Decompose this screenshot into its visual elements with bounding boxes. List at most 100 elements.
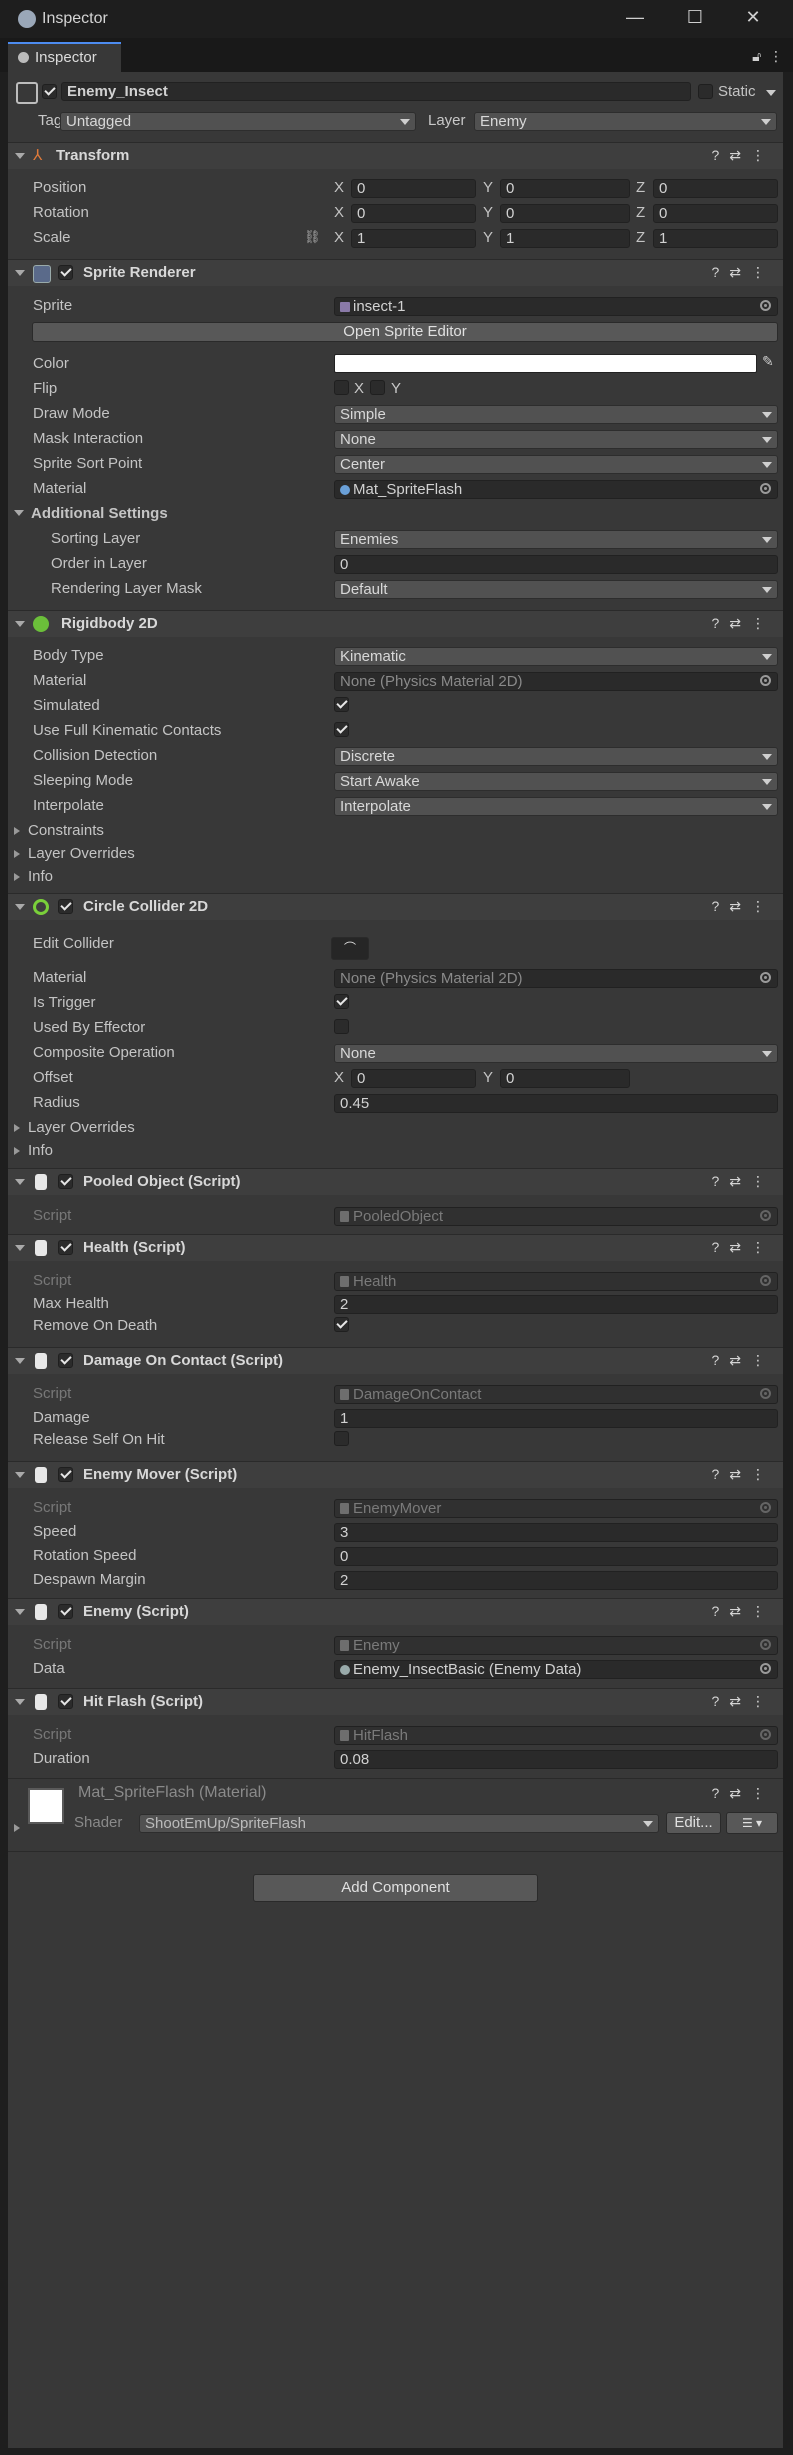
collision-detection-dropdown[interactable]: Discrete xyxy=(334,747,778,766)
damage-on-contact-header[interactable]: Damage On Contact (Script) ?⇄⋮ xyxy=(8,1347,783,1374)
kebab-icon[interactable]: ⋮ xyxy=(751,264,775,280)
circle-collider-enabled-checkbox[interactable] xyxy=(58,899,73,914)
object-picker-icon[interactable] xyxy=(760,1663,771,1674)
help-icon[interactable]: ? xyxy=(711,1693,729,1709)
eyedropper-icon[interactable]: ✎ xyxy=(762,353,774,370)
kebab-icon[interactable]: ⋮ xyxy=(751,1239,775,1255)
flip-x-checkbox[interactable] xyxy=(334,380,349,395)
preset-icon[interactable]: ⇄ xyxy=(729,264,751,280)
shader-options-dropdown[interactable]: ☰ ▾ xyxy=(726,1812,778,1834)
full-kinematic-checkbox[interactable] xyxy=(334,722,349,737)
object-picker-icon[interactable] xyxy=(760,972,771,983)
hit-flash-header[interactable]: Hit Flash (Script) ?⇄⋮ xyxy=(8,1688,783,1715)
add-component-button[interactable]: Add Component xyxy=(253,1874,538,1902)
preset-icon[interactable]: ⇄ xyxy=(729,1693,751,1709)
enemy-mover-enabled-checkbox[interactable] xyxy=(58,1467,73,1482)
circle-collider-header[interactable]: Circle Collider 2D ?⇄⋮ xyxy=(8,893,783,920)
kebab-icon[interactable]: ⋮ xyxy=(751,898,775,914)
link-icon[interactable]: ⛓︎ xyxy=(304,229,321,245)
preset-icon[interactable]: ⇄ xyxy=(729,1239,751,1255)
sorting-layer-dropdown[interactable]: Enemies xyxy=(334,530,778,549)
constraints-foldout[interactable]: Constraints xyxy=(14,822,104,839)
rotation-speed-field[interactable]: 0 xyxy=(334,1547,778,1566)
collider-layer-overrides-foldout[interactable]: Layer Overrides xyxy=(14,1119,135,1136)
sprite-renderer-header[interactable]: Sprite Renderer ?⇄⋮ xyxy=(8,259,783,286)
interpolate-dropdown[interactable]: Interpolate xyxy=(334,797,778,816)
help-icon[interactable]: ? xyxy=(711,898,729,914)
speed-field[interactable]: 3 xyxy=(334,1523,778,1542)
material-field[interactable]: Mat_SpriteFlash xyxy=(334,480,778,499)
position-y-field[interactable]: 0 xyxy=(500,179,630,198)
preset-icon[interactable]: ⇄ xyxy=(729,1352,751,1368)
enemy-data-field[interactable]: Enemy_InsectBasic (Enemy Data) xyxy=(334,1660,778,1679)
help-icon[interactable]: ? xyxy=(711,1352,729,1368)
kebab-icon[interactable]: ⋮ xyxy=(751,1785,775,1801)
kebab-icon[interactable]: ⋮ xyxy=(769,48,783,64)
preset-icon[interactable]: ⇄ xyxy=(729,615,751,631)
mask-interaction-dropdown[interactable]: None xyxy=(334,430,778,449)
preset-icon[interactable]: ⇄ xyxy=(729,1173,751,1189)
order-in-layer-field[interactable]: 0 xyxy=(334,555,778,574)
rb-info-foldout[interactable]: Info xyxy=(14,868,53,885)
sprite-sort-point-dropdown[interactable]: Center xyxy=(334,455,778,474)
offset-x-field[interactable]: 0 xyxy=(351,1069,476,1088)
position-z-field[interactable]: 0 xyxy=(653,179,778,198)
rb-layer-overrides-foldout[interactable]: Layer Overrides xyxy=(14,845,135,862)
lock-icon[interactable]: 🔓︎ xyxy=(752,48,761,64)
enemy-enabled-checkbox[interactable] xyxy=(58,1604,73,1619)
rotation-y-field[interactable]: 0 xyxy=(500,204,630,223)
help-icon[interactable]: ? xyxy=(711,147,729,163)
help-icon[interactable]: ? xyxy=(711,1173,729,1189)
kebab-icon[interactable]: ⋮ xyxy=(751,615,775,631)
tab-inspector[interactable]: Inspector xyxy=(8,42,121,72)
tag-dropdown[interactable]: Untagged xyxy=(60,112,416,131)
layer-dropdown[interactable]: Enemy xyxy=(474,112,777,131)
health-enabled-checkbox[interactable] xyxy=(58,1240,73,1255)
open-sprite-editor-button[interactable]: Open Sprite Editor xyxy=(32,322,778,342)
color-swatch[interactable] xyxy=(334,354,757,373)
help-icon[interactable]: ? xyxy=(711,1603,729,1619)
kebab-icon[interactable]: ⋮ xyxy=(751,1693,775,1709)
draw-mode-dropdown[interactable]: Simple xyxy=(334,405,778,424)
preset-icon[interactable]: ⇄ xyxy=(729,147,751,163)
material-foldout-icon[interactable] xyxy=(14,1824,20,1832)
object-picker-icon[interactable] xyxy=(760,483,771,494)
scale-z-field[interactable]: 1 xyxy=(653,229,778,248)
pooled-object-enabled-checkbox[interactable] xyxy=(58,1174,73,1189)
edit-collider-button[interactable]: ⌒ xyxy=(331,937,369,960)
rb-material-field[interactable]: None (Physics Material 2D) xyxy=(334,672,778,691)
sprite-field[interactable]: insect-1 xyxy=(334,297,778,316)
static-dropdown-icon[interactable] xyxy=(766,90,776,96)
object-name-input[interactable]: Enemy_Insect xyxy=(61,82,691,101)
used-by-effector-checkbox[interactable] xyxy=(334,1019,349,1034)
flip-y-checkbox[interactable] xyxy=(370,380,385,395)
kebab-icon[interactable]: ⋮ xyxy=(751,147,775,163)
sleeping-mode-dropdown[interactable]: Start Awake xyxy=(334,772,778,791)
release-self-checkbox[interactable] xyxy=(334,1431,349,1446)
collider-info-foldout[interactable]: Info xyxy=(14,1142,53,1159)
static-checkbox[interactable] xyxy=(698,84,713,99)
despawn-margin-field[interactable]: 2 xyxy=(334,1571,778,1590)
kebab-icon[interactable]: ⋮ xyxy=(751,1466,775,1482)
help-icon[interactable]: ? xyxy=(711,1239,729,1255)
kebab-icon[interactable]: ⋮ xyxy=(751,1352,775,1368)
damage-field[interactable]: 1 xyxy=(334,1409,778,1428)
edit-shader-button[interactable]: Edit... xyxy=(666,1812,721,1834)
preset-icon[interactable]: ⇄ xyxy=(729,1603,751,1619)
pooled-object-header[interactable]: Pooled Object (Script) ?⇄⋮ xyxy=(8,1168,783,1195)
close-icon[interactable]: ✕ xyxy=(738,7,768,28)
rotation-z-field[interactable]: 0 xyxy=(653,204,778,223)
max-health-field[interactable]: 2 xyxy=(334,1295,778,1314)
collider-material-field[interactable]: None (Physics Material 2D) xyxy=(334,969,778,988)
health-header[interactable]: Health (Script) ?⇄⋮ xyxy=(8,1234,783,1261)
help-icon[interactable]: ? xyxy=(711,264,729,280)
object-picker-icon[interactable] xyxy=(760,300,771,311)
object-picker-icon[interactable] xyxy=(760,675,771,686)
body-type-dropdown[interactable]: Kinematic xyxy=(334,647,778,666)
help-icon[interactable]: ? xyxy=(711,1466,729,1482)
active-checkbox[interactable] xyxy=(42,84,57,99)
composite-operation-dropdown[interactable]: None xyxy=(334,1044,778,1063)
scale-x-field[interactable]: 1 xyxy=(351,229,476,248)
kebab-icon[interactable]: ⋮ xyxy=(751,1603,775,1619)
scale-y-field[interactable]: 1 xyxy=(500,229,630,248)
